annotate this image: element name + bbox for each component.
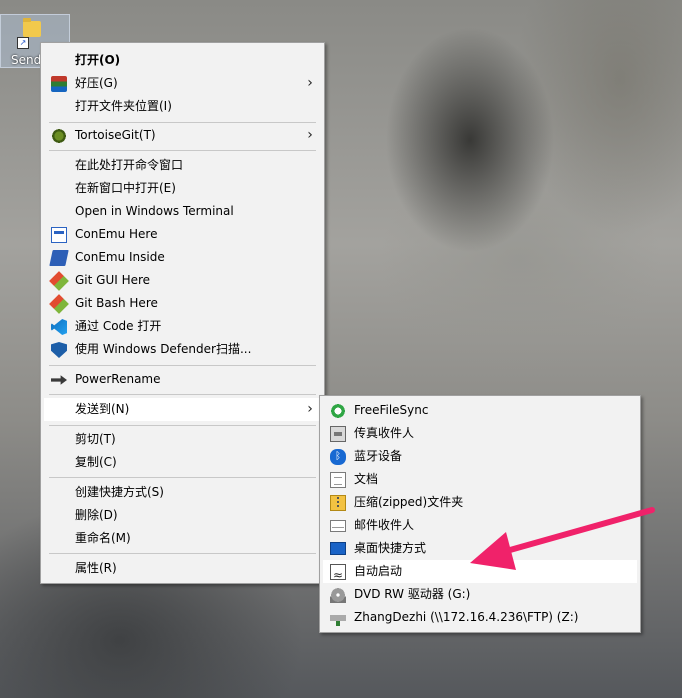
send-to-submenu: FreeFileSync 传真收件人 ᛒ 蓝牙设备 文档 压缩(zipped)文… [319,395,641,633]
menu-item-git-bash-here[interactable]: Git Bash Here [44,292,321,315]
sendto-item-startup[interactable]: 自动启动 [323,560,637,587]
shortcut-arrow-icon: ↗ [17,37,29,49]
menu-item-open-new-window[interactable]: 在新窗口中打开(E) [44,177,321,200]
powershell-icon [49,250,69,266]
menu-item-label: 使用 Windows Defender扫描... [75,342,252,356]
desktop-icon-label: Send [11,53,42,67]
menu-item-label: ZhangDezhi (\\172.16.4.236\FTP) (Z:) [354,610,579,624]
chevron-right-icon: › [307,127,313,143]
menu-item-defender-scan[interactable]: 使用 Windows Defender扫描... [44,338,321,361]
sendto-item-documents[interactable]: 文档 [323,468,637,491]
menu-separator [49,394,316,395]
tortoisegit-icon [51,128,67,144]
menu-item-label: 复制(C) [75,455,117,469]
menu-item-open-with-code[interactable]: 通过 Code 打开 [44,315,321,338]
menu-item-label: 打开文件夹位置(I) [75,99,172,113]
fax-icon [330,426,346,442]
menu-item-create-shortcut[interactable]: 创建快捷方式(S) [44,481,321,504]
menu-separator [49,365,316,366]
menu-item-label: 蓝牙设备 [354,449,403,463]
menu-item-label: 自动启动 [354,564,403,578]
menu-item-label: Git GUI Here [75,273,151,287]
sendto-item-bluetooth[interactable]: ᛒ 蓝牙设备 [323,445,637,468]
sendto-item-freefilesync[interactable]: FreeFileSync [323,399,637,422]
menu-item-git-gui-here[interactable]: Git GUI Here [44,269,321,292]
winrar-icon [51,76,67,92]
chevron-right-icon: › [307,401,313,417]
sendto-item-fax-recipient[interactable]: 传真收件人 [323,422,637,445]
menu-item-label: 传真收件人 [354,426,415,440]
menu-item-label: 桌面快捷方式 [354,541,427,555]
menu-item-label: FreeFileSync [354,403,429,417]
menu-item-open-file-location[interactable]: 打开文件夹位置(I) [44,95,321,118]
menu-item-open-cmd-here[interactable]: 在此处打开命令窗口 [44,154,321,177]
sendto-item-dvd-drive[interactable]: DVD RW 驱动器 (G:) [323,583,637,606]
menu-item-open[interactable]: 打开(O) [44,49,321,72]
startup-folder-icon [330,564,346,587]
menu-item-tortoisegit[interactable]: TortoiseGit(T) › [44,124,321,147]
menu-item-open-windows-terminal[interactable]: Open in Windows Terminal [44,200,321,223]
menu-item-conemu-inside[interactable]: ConEmu Inside [44,246,321,269]
menu-item-label: Open in Windows Terminal [75,204,234,218]
menu-item-haozip[interactable]: 好压(G) › [44,72,321,95]
menu-item-label: PowerRename [75,372,161,386]
network-drive-icon [330,610,346,626]
freefilesync-icon [330,403,346,419]
menu-item-label: ConEmu Inside [75,250,165,264]
menu-item-label: Git Bash Here [75,296,158,310]
menu-separator [49,150,316,151]
menu-separator [49,553,316,554]
menu-item-label: 剪切(T) [75,432,116,446]
menu-item-rename[interactable]: 重命名(M) [44,527,321,550]
desktop-icon [330,542,346,555]
menu-item-copy[interactable]: 复制(C) [44,451,321,474]
menu-item-label: 邮件收件人 [354,518,415,532]
menu-separator [49,122,316,123]
menu-item-label: 创建快捷方式(S) [75,485,164,499]
powerrename-icon [51,375,67,385]
sendto-item-mail-recipient[interactable]: 邮件收件人 [323,514,637,537]
menu-separator [49,477,316,478]
menu-item-label: 通过 Code 打开 [75,319,162,333]
vscode-icon [51,319,67,335]
menu-item-label: 好压(G) [75,76,118,90]
document-icon [330,472,346,488]
menu-separator [49,425,316,426]
defender-shield-icon [51,342,67,358]
menu-item-powerrename[interactable]: PowerRename [44,368,321,391]
folder-icon [23,18,41,37]
menu-item-cut[interactable]: 剪切(T) [44,428,321,451]
sendto-item-zip-folder[interactable]: 压缩(zipped)文件夹 [323,491,637,514]
git-icon [49,271,69,291]
menu-item-label: 属性(R) [75,561,117,575]
context-menu: 打开(O) 好压(G) › 打开文件夹位置(I) TortoiseGit(T) … [40,42,325,584]
menu-item-label: TortoiseGit(T) [75,128,156,142]
conemu-icon [51,227,67,243]
menu-item-label: 打开(O) [75,53,121,67]
menu-item-label: 在此处打开命令窗口 [75,158,184,172]
menu-item-label: ConEmu Here [75,227,158,241]
menu-item-label: DVD RW 驱动器 (G:) [354,587,471,601]
bluetooth-icon: ᛒ [330,449,346,465]
menu-item-label: 在新窗口中打开(E) [75,181,176,195]
menu-item-label: 发送到(N) [75,402,130,416]
sendto-item-desktop-shortcut[interactable]: 桌面快捷方式 [323,537,637,560]
menu-item-label: 文档 [354,472,379,486]
menu-item-properties[interactable]: 属性(R) [44,557,321,580]
dvd-drive-icon [330,587,346,603]
menu-item-delete[interactable]: 删除(D) [44,504,321,527]
git-icon [49,294,69,314]
menu-item-send-to[interactable]: 发送到(N) › [44,398,321,421]
chevron-right-icon: › [307,75,313,91]
mail-icon [330,520,346,532]
menu-item-conemu-here[interactable]: ConEmu Here [44,223,321,246]
menu-item-label: 删除(D) [75,508,118,522]
sendto-item-network-drive[interactable]: ZhangDezhi (\\172.16.4.236\FTP) (Z:) [323,606,637,629]
menu-item-label: 压缩(zipped)文件夹 [354,495,464,509]
zip-folder-icon [330,495,346,511]
menu-item-label: 重命名(M) [75,531,131,545]
